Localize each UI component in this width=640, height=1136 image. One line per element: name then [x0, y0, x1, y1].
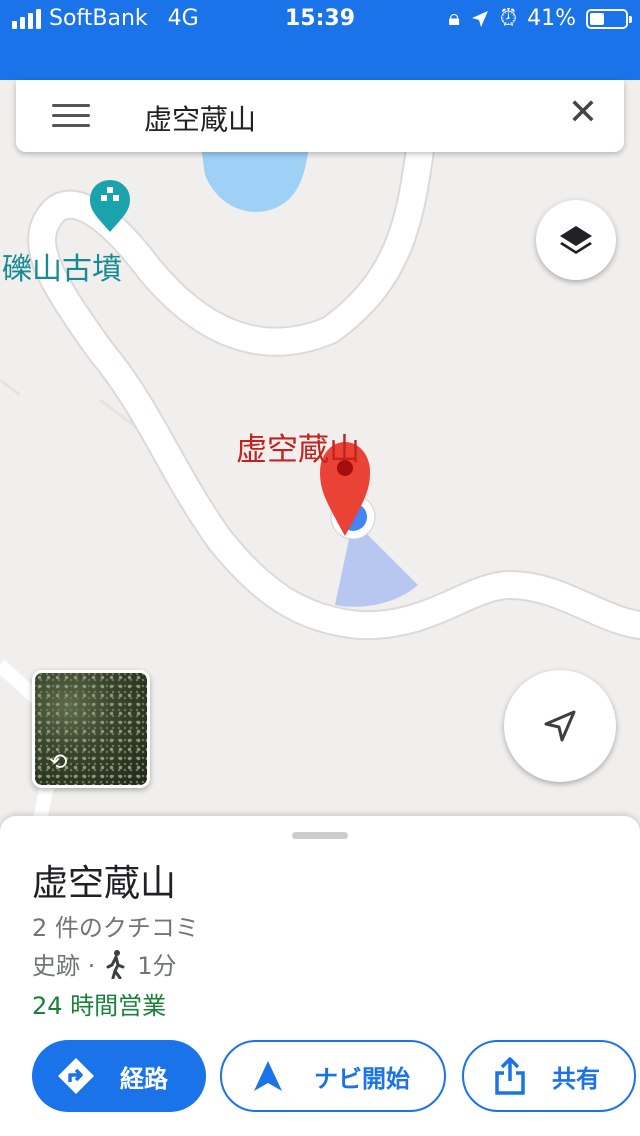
share-label: 共有 [552, 1064, 600, 1093]
place-sheet[interactable]: 虚空蔵山 2 件のクチコミ 史跡 · 1分 24 時間営業 経路 ナビ開始 共有 [0, 816, 640, 1136]
location-arrow-icon [471, 10, 488, 27]
place-label[interactable]: 虚空蔵山 [236, 424, 360, 469]
sheet-handle[interactable] [292, 832, 348, 839]
close-icon[interactable]: ✕ [568, 92, 598, 133]
street-view-thumbnail[interactable]: ⟲ [32, 670, 150, 788]
my-location-button[interactable] [504, 670, 616, 782]
rotation-lock-icon: 🔒︎ [448, 6, 460, 31]
directions-icon [56, 1056, 96, 1096]
layers-icon [560, 226, 592, 254]
navigate-label: ナビ開始 [314, 1064, 410, 1093]
place-title: 虚空蔵山 [32, 863, 177, 904]
navigation-arrow-icon [544, 710, 576, 742]
route-button[interactable]: 経路 [32, 1040, 206, 1112]
share-button[interactable]: 共有 [462, 1040, 636, 1112]
place-meta: 史跡 · 1分 [32, 946, 177, 981]
search-input[interactable]: 虚空蔵山 [144, 98, 256, 138]
walking-icon [106, 949, 125, 979]
search-bar[interactable]: 虚空蔵山 ✕ [16, 80, 624, 152]
start-navigation-button[interactable]: ナビ開始 [220, 1040, 446, 1112]
battery-percent: 41% [527, 6, 576, 31]
walk-time: 1分 [137, 952, 177, 980]
battery-icon [586, 8, 632, 29]
alarm-icon: ⏰︎ [499, 6, 518, 31]
share-icon [494, 1057, 526, 1095]
reviews-count[interactable]: 2 件のクチコミ [32, 908, 199, 943]
poi-label[interactable]: 礫山古墳 [2, 244, 122, 288]
navigation-icon [252, 1059, 284, 1093]
layers-button[interactable] [536, 200, 616, 280]
status-bar: SoftBank 4G 15:39 🔒︎ ⏰︎ 41% [0, 0, 640, 80]
open-hours: 24 時間営業 [32, 992, 167, 1020]
menu-icon[interactable] [52, 100, 90, 130]
category-label: 史跡 · [32, 952, 96, 980]
rotate-360-icon: ⟲ [49, 750, 68, 775]
route-label: 経路 [120, 1064, 168, 1093]
